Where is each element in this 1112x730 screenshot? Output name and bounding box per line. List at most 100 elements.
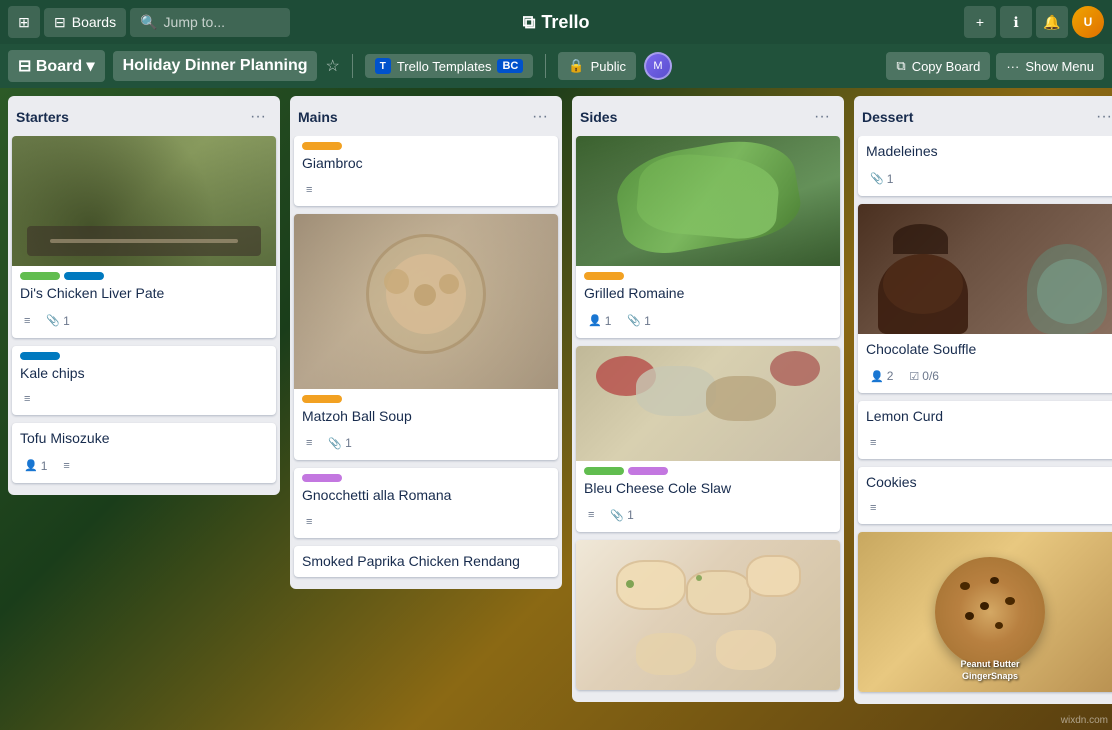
template-badge[interactable]: T Trello Templates BC: [365, 54, 534, 78]
card-body: Giambroc ≡: [294, 136, 558, 206]
separator-2: [545, 54, 546, 78]
copy-icon: ⧉: [896, 58, 905, 74]
column-menu-button-mains[interactable]: ···: [526, 106, 554, 128]
plus-icon: +: [976, 14, 984, 30]
nav-right: + ℹ 🔔 U: [964, 6, 1104, 38]
card-body: Madeleines 📎 1: [858, 136, 1112, 196]
board-type-icon: ⊟: [18, 58, 31, 75]
star-icon: ☆: [325, 58, 339, 75]
member-badge: 👤 1: [584, 312, 615, 330]
card-title: Cookies: [866, 473, 1112, 493]
member-badge: 👤 1: [20, 457, 51, 475]
description-icon: ≡: [63, 460, 69, 472]
show-menu-button[interactable]: ··· Show Menu: [996, 53, 1104, 80]
column-title-sides: Sides: [580, 109, 617, 125]
card-coleslaw[interactable]: Bleu Cheese Cole Slaw ≡ 📎 1: [576, 346, 840, 533]
card-footer: ≡: [866, 496, 1112, 522]
star-button[interactable]: ☆: [325, 56, 339, 76]
board-type-button[interactable]: ⊟ Board ▾: [8, 50, 105, 82]
label-purple: [628, 467, 668, 475]
card-labels: [20, 352, 268, 360]
column-title-mains: Mains: [298, 109, 338, 125]
cards-mains: Giambroc ≡: [290, 136, 562, 589]
info-icon: ℹ: [1013, 14, 1018, 31]
card-body: Gnocchetti alla Romana ≡: [294, 468, 558, 538]
column-header-starters: Starters ···: [8, 96, 280, 136]
cards-sides: Grilled Romaine 👤 1 📎 1: [572, 136, 844, 702]
attachment-icon: 📎: [46, 314, 60, 327]
label-blue: [20, 352, 60, 360]
attachment-count: 1: [627, 508, 634, 522]
card-lemon-curd[interactable]: Lemon Curd ≡: [858, 401, 1112, 459]
label-orange: [302, 395, 342, 403]
card-gnocchetti[interactable]: Gnocchetti alla Romana ≡: [294, 468, 558, 538]
card-body: Bleu Cheese Cole Slaw ≡ 📎 1: [576, 461, 840, 533]
member-count: 1: [605, 314, 612, 328]
card-body: Grilled Romaine 👤 1 📎 1: [576, 266, 840, 338]
card-labels: [302, 474, 550, 482]
card-footer: ≡: [302, 178, 550, 204]
attachment-count: 1: [644, 314, 651, 328]
trello-wordmark: Trello: [541, 12, 589, 33]
description-badge: ≡: [20, 313, 34, 329]
description-badge: ≡: [866, 435, 880, 451]
board-header: ⊟ Board ▾ Holiday Dinner Planning ☆ T Tr…: [0, 44, 1112, 88]
trello-logo-icon: ⧉: [523, 12, 536, 33]
card-sides-image[interactable]: [576, 540, 840, 690]
column-menu-button-sides[interactable]: ···: [808, 106, 836, 128]
card-footer: ≡ 📎 1: [20, 308, 268, 336]
column-title-dessert: Dessert: [862, 109, 913, 125]
bc-badge: BC: [497, 59, 523, 73]
card-tofu[interactable]: Tofu Misozuke 👤 1 ≡: [12, 423, 276, 483]
card-dis-chicken[interactable]: Di's Chicken Liver Pate ≡ 📎 1: [12, 136, 276, 338]
boards-button[interactable]: ⊟ Boards: [44, 8, 126, 37]
card-madeleines[interactable]: Madeleines 📎 1: [858, 136, 1112, 196]
card-cookie-image[interactable]: Peanut ButterGingerSnaps: [858, 532, 1112, 692]
attachment-badge: 📎 1: [623, 312, 654, 330]
card-chocolate-souffle[interactable]: Chocolate Souffle 👤 2 ☑ 0/6: [858, 204, 1112, 394]
column-dessert: Dessert ··· Madeleines 📎 1: [854, 96, 1112, 704]
home-button[interactable]: ⊞: [8, 6, 40, 38]
card-body: Matzoh Ball Soup ≡ 📎 1: [294, 389, 558, 461]
attachment-icon: 📎: [627, 314, 641, 327]
card-title: Grilled Romaine: [584, 284, 832, 304]
card-cookies[interactable]: Cookies ≡: [858, 467, 1112, 525]
watermark: wixdn.com: [1061, 715, 1108, 726]
column-sides: Sides ··· Grilled Romaine: [572, 96, 844, 702]
label-orange: [584, 272, 624, 280]
label-blue: [64, 272, 104, 280]
member-avatar[interactable]: M: [644, 52, 672, 80]
search-button[interactable]: 🔍 Jump to...: [130, 8, 290, 37]
card-footer: ≡: [302, 510, 550, 536]
column-menu-button-starters[interactable]: ···: [244, 106, 272, 128]
card-grilled-romaine[interactable]: Grilled Romaine 👤 1 📎 1: [576, 136, 840, 338]
card-kale-chips[interactable]: Kale chips ≡: [12, 346, 276, 416]
card-body: Kale chips ≡: [12, 346, 276, 416]
card-body: Tofu Misozuke 👤 1 ≡: [12, 423, 276, 483]
visibility-button[interactable]: 🔒 Public: [558, 52, 636, 80]
card-footer: ≡: [20, 387, 268, 413]
card-footer: 📎 1: [866, 166, 1112, 194]
card-footer: 👤 1 ≡: [20, 453, 268, 481]
card-matzoh[interactable]: Matzoh Ball Soup ≡ 📎 1: [294, 214, 558, 461]
visibility-label: Public: [591, 59, 626, 74]
column-header-sides: Sides ···: [572, 96, 844, 136]
label-green: [584, 467, 624, 475]
copy-board-label: Copy Board: [912, 59, 981, 74]
user-avatar[interactable]: U: [1072, 6, 1104, 38]
info-button[interactable]: ℹ: [1000, 6, 1032, 38]
column-menu-button-dessert[interactable]: ···: [1090, 106, 1112, 128]
member-count: 1: [41, 459, 48, 473]
add-button[interactable]: +: [964, 6, 996, 38]
description-badge: ≡: [866, 500, 880, 516]
member-badge: 👤 2: [866, 367, 897, 385]
card-giambroc[interactable]: Giambroc ≡: [294, 136, 558, 206]
card-chicken-rendang[interactable]: Smoked Paprika Chicken Rendang: [294, 546, 558, 578]
card-body: Lemon Curd ≡: [858, 401, 1112, 459]
copy-board-button[interactable]: ⧉ Copy Board: [886, 52, 990, 80]
notification-button[interactable]: 🔔: [1036, 6, 1068, 38]
column-title-starters: Starters: [16, 109, 69, 125]
label-orange: [302, 142, 342, 150]
card-title: Smoked Paprika Chicken Rendang: [302, 552, 550, 572]
board-title-button[interactable]: Holiday Dinner Planning: [113, 51, 318, 81]
